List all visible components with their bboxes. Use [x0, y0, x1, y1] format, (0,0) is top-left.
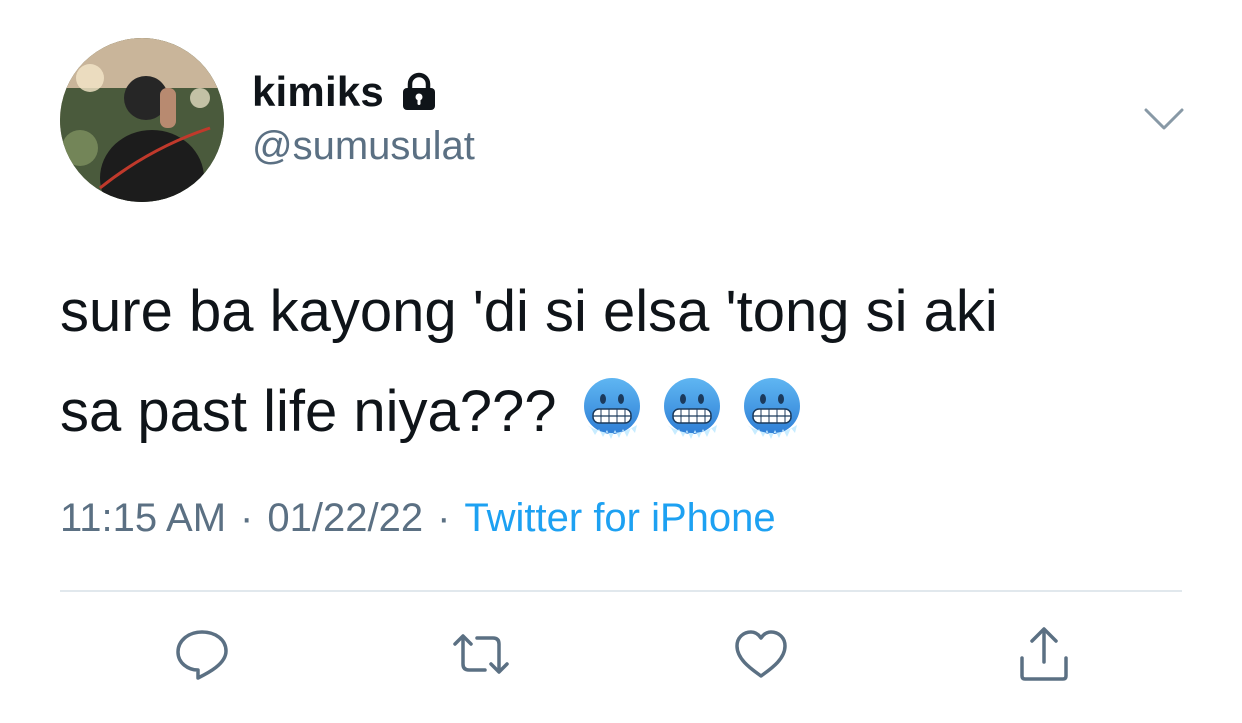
- tweet-text-line-2-text: sa past life niya???: [60, 379, 557, 444]
- cold-face-emoji: [579, 375, 645, 441]
- retweet-icon[interactable]: [449, 622, 513, 686]
- divider: [60, 590, 1182, 592]
- cold-face-emoji: [739, 375, 805, 441]
- tweet-text-line-1: sure ba kayong 'di si elsa 'tong si aki: [60, 279, 998, 344]
- avatar[interactable]: [60, 38, 224, 202]
- avatar-image: [60, 38, 224, 202]
- meta-separator: ·: [437, 496, 451, 540]
- tweet-text: sure ba kayong 'di si elsa 'tong si aki …: [60, 262, 1190, 462]
- tweet-meta: 11:15 AM · 01/22/22 · Twitter for iPhone: [60, 496, 776, 541]
- tweet-source-link[interactable]: Twitter for iPhone: [464, 496, 775, 540]
- tweet-time: 11:15 AM: [60, 496, 227, 540]
- share-icon[interactable]: [1012, 622, 1076, 686]
- tweet-text-line-2: sa past life niya???: [60, 362, 1190, 462]
- display-name[interactable]: kimiks: [252, 68, 384, 116]
- like-icon[interactable]: [729, 622, 793, 686]
- display-name-row: kimiks: [252, 66, 440, 118]
- cold-face-emoji: [659, 375, 725, 441]
- tweet-detail: kimiks @sumusulat sure ba kayong 'di si …: [0, 0, 1242, 723]
- chevron-down-icon[interactable]: [1142, 104, 1186, 134]
- tweet-date: 01/22/22: [267, 496, 424, 540]
- user-handle[interactable]: @sumusulat: [252, 124, 475, 169]
- reply-icon[interactable]: [170, 622, 234, 686]
- lock-icon: [398, 71, 440, 113]
- meta-separator: ·: [240, 496, 254, 540]
